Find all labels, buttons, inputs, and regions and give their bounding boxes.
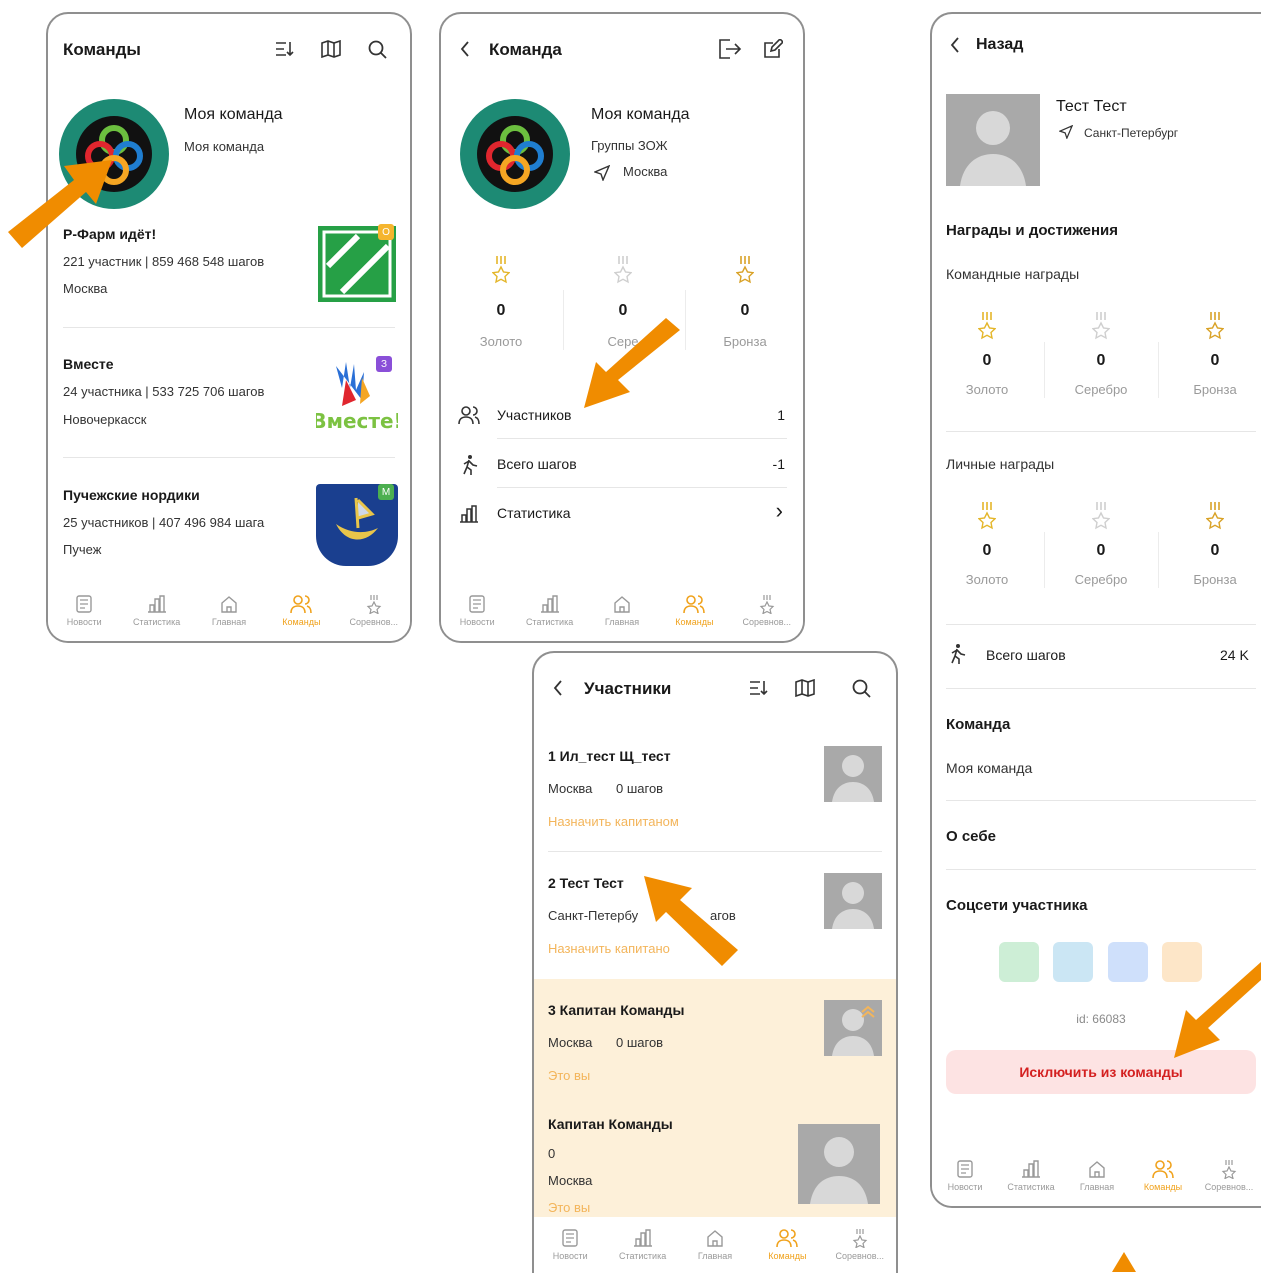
annotation-arrow	[8, 160, 1261, 1272]
annotation-arrows	[8, 160, 1261, 1272]
